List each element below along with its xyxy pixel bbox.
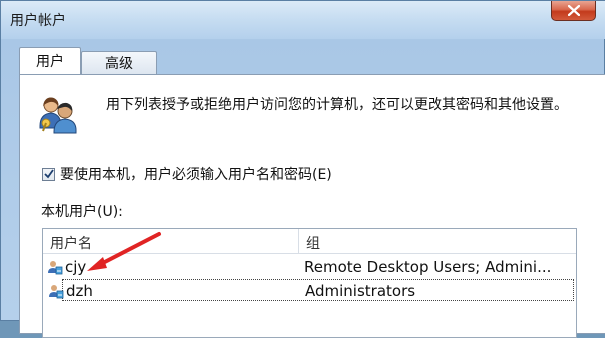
user-name: cjy — [65, 258, 87, 276]
list-item[interactable]: dzh Administrators — [49, 279, 574, 301]
column-header-group[interactable]: 组 — [306, 233, 320, 253]
close-icon — [567, 5, 580, 16]
close-button[interactable] — [551, 1, 596, 21]
users-list[interactable]: 用户名 组 cjy Remote Desktop Users; Admini..… — [42, 228, 577, 338]
users-tab-panel: 用下列表授予或拒绝用户访问您的计算机，还可以更改其密码和其他设置。 要使用本机，… — [19, 74, 605, 338]
title-bar: 用户帐户 — [1, 1, 605, 39]
require-password-checkbox[interactable] — [42, 167, 55, 181]
tab-users[interactable]: 用户 — [19, 47, 81, 74]
user-name: dzh — [66, 282, 93, 300]
column-header-username[interactable]: 用户名 — [50, 233, 92, 253]
checkmark-icon — [43, 169, 54, 179]
require-password-label: 要使用本机，用户必须输入用户名和密码(E) — [60, 167, 332, 183]
user-icon — [48, 261, 63, 275]
user-icon — [49, 285, 64, 299]
user-group: Remote Desktop Users; Admini... — [304, 258, 552, 276]
list-item[interactable]: cjy Remote Desktop Users; Admini... — [43, 256, 576, 278]
tab-advanced[interactable]: 高级 — [81, 51, 157, 74]
users-icon — [39, 97, 77, 134]
require-password-option[interactable]: 要使用本机，用户必须输入用户名和密码(E) — [42, 164, 332, 184]
user-group: Administrators — [305, 282, 416, 300]
user-accounts-window: 用户帐户 用户 高级 用下列表授予或拒绝用户访问您的计算机，还可以更改其密码和其… — [0, 0, 605, 338]
column-divider[interactable] — [298, 229, 299, 254]
local-users-label: 本机用户(U): — [41, 204, 123, 220]
window-title: 用户帐户 — [10, 13, 66, 29]
list-header: 用户名 组 — [43, 229, 576, 254]
description-text: 用下列表授予或拒绝用户访问您的计算机，还可以更改其密码和其他设置。 — [106, 97, 568, 113]
